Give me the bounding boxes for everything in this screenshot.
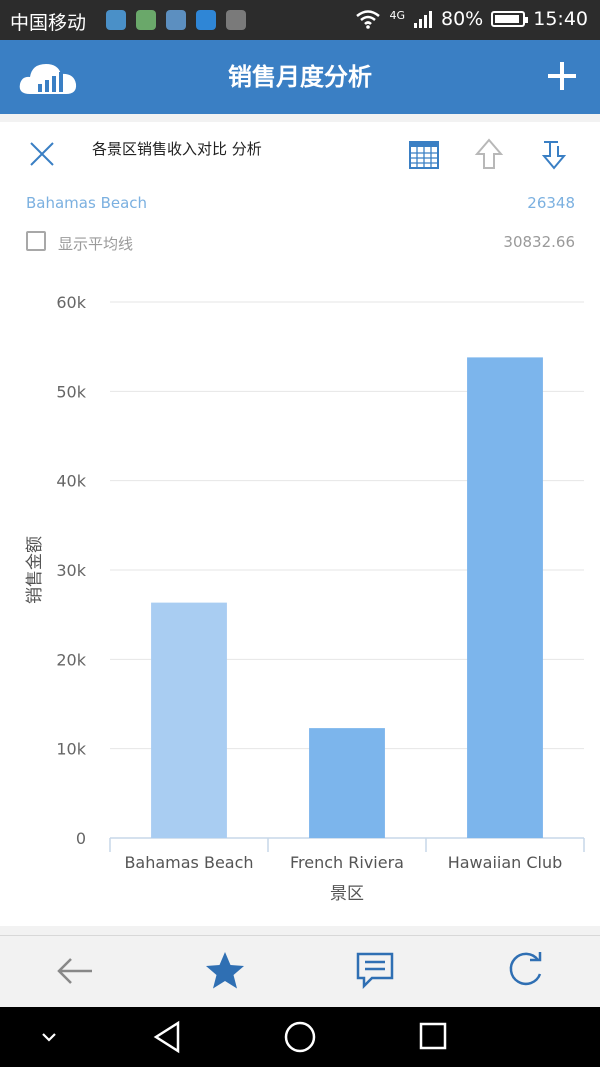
nav-home-icon[interactable] (282, 1019, 318, 1055)
y-tick-label: 20k (56, 650, 86, 669)
x-axis-title: 景区 (330, 884, 364, 904)
y-tick-label: 50k (56, 382, 86, 401)
chevron-down-icon[interactable] (38, 1027, 60, 1047)
clock: 15:40 (533, 8, 588, 30)
table-view-icon[interactable] (408, 136, 440, 172)
close-icon[interactable] (28, 140, 56, 168)
back-arrow-icon[interactable] (54, 950, 96, 992)
comment-icon[interactable] (354, 950, 396, 992)
page-title: 销售月度分析 (228, 63, 372, 91)
battery-icon (491, 11, 529, 27)
bar-chart: 0 10k 20k 30k 40k 50k 60k Bahamas Beach French R… (25, 293, 585, 904)
x-tick-label: Bahamas Beach (124, 853, 253, 872)
show-average-checkbox[interactable] (26, 231, 46, 251)
refresh-icon[interactable] (504, 950, 546, 992)
notification-icon (106, 10, 126, 30)
x-tick-label: Hawaiian Club (448, 853, 563, 872)
system-nav-bar (0, 1007, 600, 1067)
chart-title: 各景区销售收入对比 分析 (92, 140, 262, 158)
bar[interactable] (467, 357, 543, 838)
app-header: 销售月度分析 (0, 40, 600, 114)
notification-icon (196, 10, 216, 30)
bar[interactable] (151, 602, 227, 838)
sort-ascending-icon[interactable] (474, 136, 504, 172)
y-axis-title: 销售金额 (25, 536, 45, 604)
y-tick-label: 0 (76, 829, 86, 848)
y-tick-label: 60k (56, 293, 86, 312)
show-average-label: 显示平均线 (58, 235, 134, 253)
notification-icon (136, 10, 156, 30)
notification-icon (226, 10, 246, 30)
y-tick-label: 10k (56, 740, 86, 759)
bar[interactable] (309, 728, 385, 838)
sort-descending-icon[interactable] (540, 136, 570, 172)
notification-icon (166, 10, 186, 30)
y-tick-label: 30k (56, 561, 86, 580)
network-type: 4G (389, 8, 405, 22)
status-bar: 中国移动 4G 80% 15:40 (0, 0, 600, 40)
add-button[interactable] (546, 60, 578, 92)
carrier-name: 中国移动 (10, 12, 87, 34)
nav-recent-apps-icon[interactable] (416, 1019, 450, 1055)
battery-percent: 80% (441, 8, 484, 30)
selected-category: Bahamas Beach (26, 194, 148, 212)
bottom-toolbar (0, 935, 600, 1008)
wifi-icon (356, 10, 381, 29)
signal-icon (414, 11, 432, 28)
selected-value: 26348 (527, 194, 575, 212)
average-value: 30832.66 (503, 233, 575, 251)
y-tick-label: 40k (56, 472, 86, 491)
nav-back-icon[interactable] (150, 1019, 184, 1055)
star-icon[interactable] (204, 950, 246, 992)
x-tick-label: French Riviera (290, 853, 404, 872)
